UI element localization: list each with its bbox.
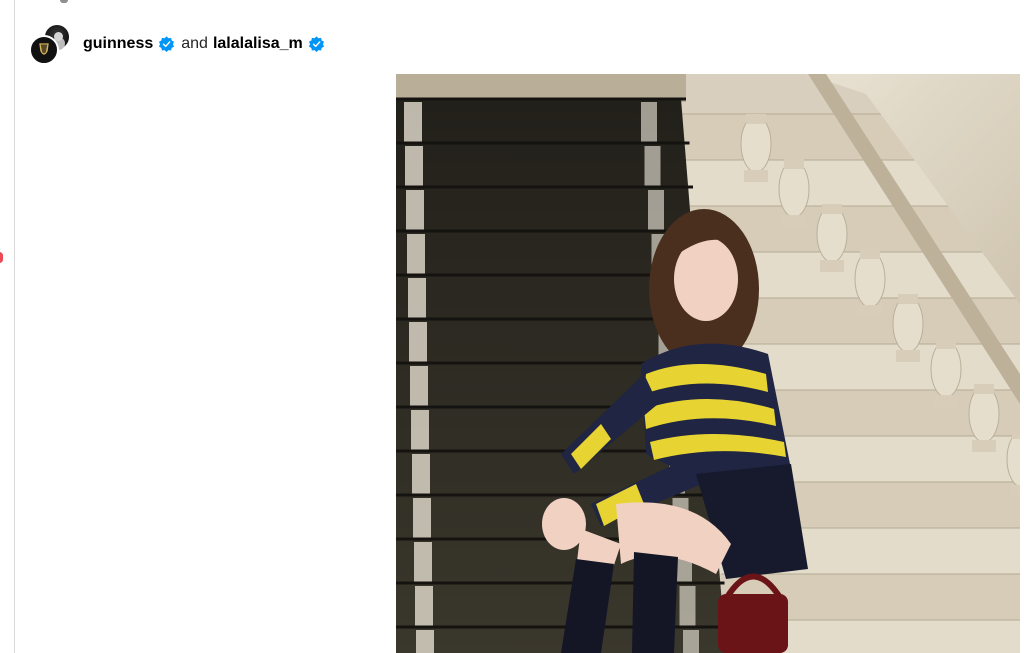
notification-dot: [0, 252, 3, 263]
author-username-lalalalisa[interactable]: lalalalisa_m: [213, 35, 303, 53]
verified-badge-icon: [159, 35, 175, 52]
author-names: guinness and lalalalisa_m: [83, 35, 331, 53]
collab-avatars[interactable]: [29, 23, 73, 65]
sidebar-divider: [14, 0, 15, 653]
photo-illustration: [396, 74, 1020, 653]
post-header: guinness and lalalalisa_m: [29, 23, 331, 65]
collab-conjunction: and: [181, 35, 208, 52]
guinness-harp-icon: [39, 42, 49, 55]
previous-content-edge: [60, 0, 68, 3]
author-avatar[interactable]: [29, 35, 59, 65]
verified-badge-icon: [308, 35, 324, 52]
post-photo[interactable]: [396, 74, 1020, 653]
author-username-guinness[interactable]: guinness: [83, 35, 153, 53]
